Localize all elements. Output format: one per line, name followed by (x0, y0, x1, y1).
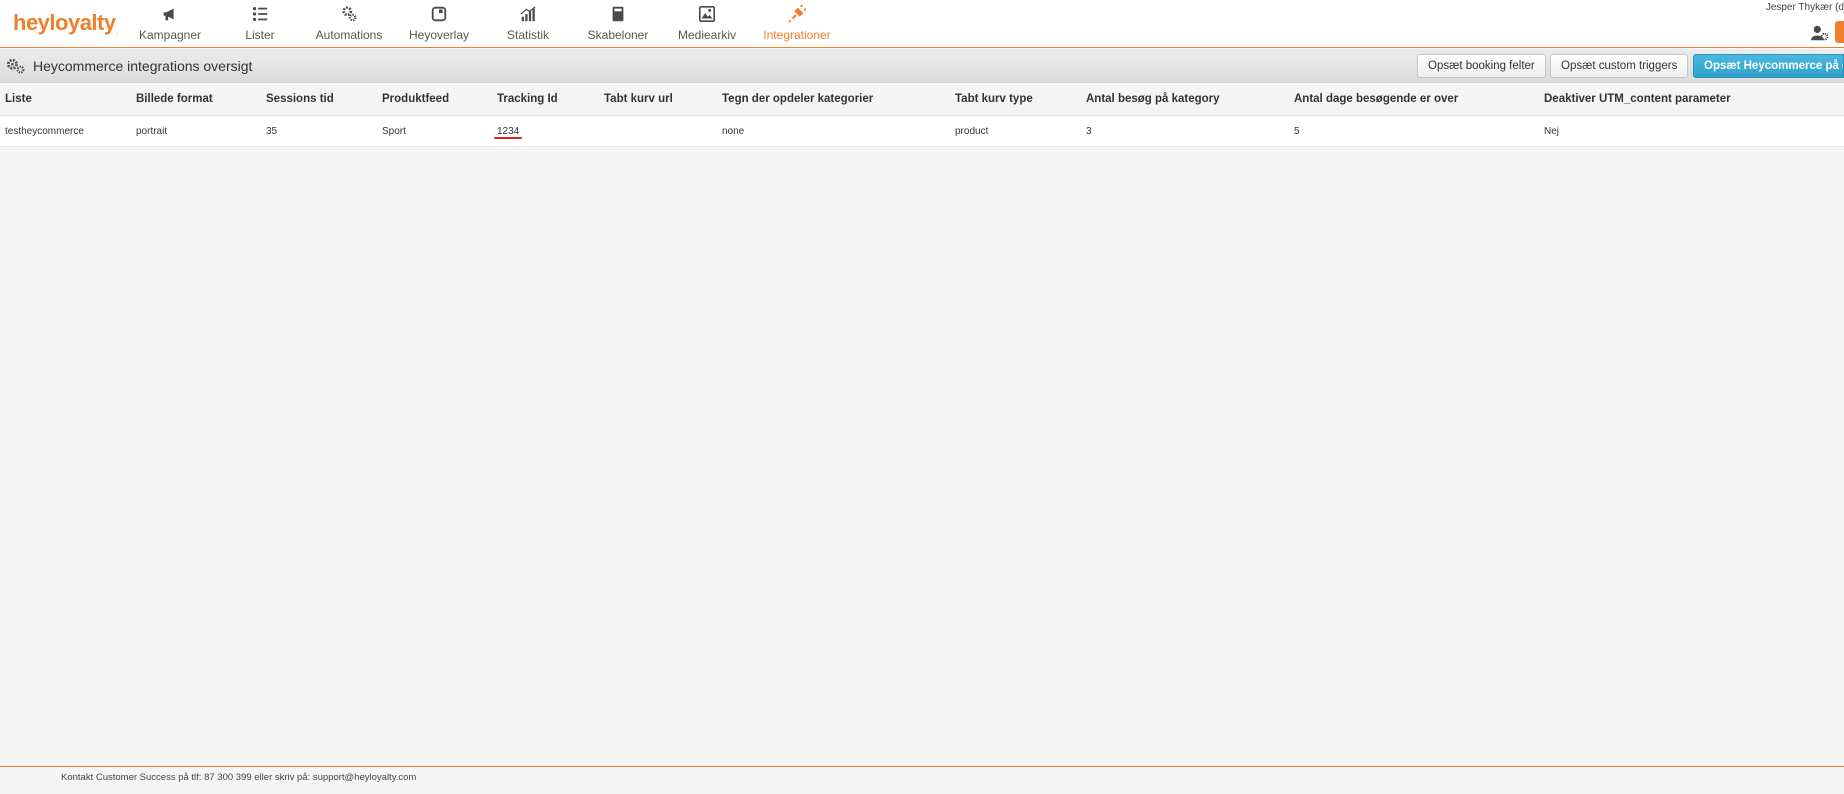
column-header[interactable]: Tracking Id (497, 93, 558, 105)
column-header[interactable]: Antal dage besøgende er over (1294, 93, 1458, 105)
setup-booking-fields-button[interactable]: Opsæt booking felter (1417, 54, 1546, 78)
nav-label: Automations (315, 28, 383, 42)
cell-produktfeed: Sport (382, 126, 406, 137)
column-header[interactable]: Tabt kurv type (955, 93, 1033, 105)
chart-icon (520, 6, 536, 21)
gears-icon (6, 58, 25, 74)
nav-label: Heyoverlay (408, 28, 470, 42)
template-icon (612, 6, 624, 21)
overlay-icon (431, 6, 447, 21)
nav-item-kampagner[interactable]: Kampagner (125, 4, 215, 44)
cell-antal-besog: 3 (1086, 126, 1092, 137)
column-header[interactable]: Produktfeed (382, 93, 449, 105)
column-header[interactable]: Tegn der opdeler kategorier (722, 93, 873, 105)
setup-heycommerce-button[interactable]: Opsæt Heycommerce på en (1693, 54, 1844, 78)
cell-tabt-kurv-type: product (955, 126, 989, 137)
top-navigation: heyloyalty. Kampagner Lister Automations… (0, 0, 1844, 48)
nav-label: Statistik (506, 28, 549, 42)
nav-label: Mediearkiv (677, 28, 737, 42)
nav-item-skabeloner[interactable]: Skabeloner (573, 4, 663, 44)
nav-label: Integrationer (763, 28, 831, 42)
cell-billede-format: portrait (136, 126, 168, 137)
nav-item-integrationer[interactable]: Integrationer (752, 4, 842, 44)
nav-label: Kampagner (138, 28, 202, 42)
page-title: Heycommerce integrations oversigt (33, 58, 253, 74)
nav-label: Lister (245, 28, 275, 42)
megaphone-icon (163, 8, 174, 21)
column-header[interactable]: Deaktiver UTM_content parameter (1544, 93, 1731, 105)
nav-item-heyoverlay[interactable]: Heyoverlay (394, 4, 484, 44)
footer: Kontakt Customer Success på tlf: 87 300 … (0, 766, 1844, 794)
user-name[interactable]: Jesper Thykær (d (1766, 2, 1844, 13)
heyloyalty-logo[interactable]: heyloyalty. (13, 10, 118, 36)
table-header: Liste Billede format Sessions tid Produk… (0, 84, 1844, 114)
cell-liste: testheycommerce (5, 126, 84, 137)
list-icon (252, 6, 268, 21)
column-header[interactable]: Tabt kurv url (604, 93, 673, 105)
cell-antal-dage: 5 (1294, 126, 1300, 137)
highlight-underline (494, 137, 522, 139)
table-row[interactable]: testheycommerce portrait 35 Sport 1234 n… (0, 115, 1844, 147)
cogs-icon (342, 6, 357, 22)
plug-icon (788, 4, 807, 23)
nav-item-mediearkiv[interactable]: Mediearkiv (662, 4, 752, 44)
cell-tracking-id: 1234 (497, 126, 520, 137)
nav-item-automations[interactable]: Automations (304, 4, 394, 44)
cell-sessions-tid: 35 (266, 126, 278, 137)
cell-tegn-kategorier: none (722, 126, 745, 137)
page-header: Heycommerce integrations oversigt Opsæt … (0, 49, 1844, 83)
column-header[interactable]: Liste (5, 93, 32, 105)
setup-custom-triggers-button[interactable]: Opsæt custom triggers (1550, 54, 1689, 78)
column-header[interactable]: Billede format (136, 93, 213, 105)
cell-deaktiver-utm: Nej (1544, 126, 1560, 137)
nav-item-statistik[interactable]: Statistik (483, 4, 573, 44)
account-menu-button[interactable] (1835, 21, 1844, 43)
footer-contact-text: Kontakt Customer Success på tlf: 87 300 … (61, 772, 417, 783)
column-header[interactable]: Antal besøg på kategory (1086, 93, 1220, 105)
column-header[interactable]: Sessions tid (266, 93, 334, 105)
user-settings-icon[interactable] (1811, 24, 1829, 42)
nav-label: Skabeloner (587, 28, 649, 42)
nav-item-lister[interactable]: Lister (215, 4, 305, 44)
image-icon (698, 5, 716, 22)
